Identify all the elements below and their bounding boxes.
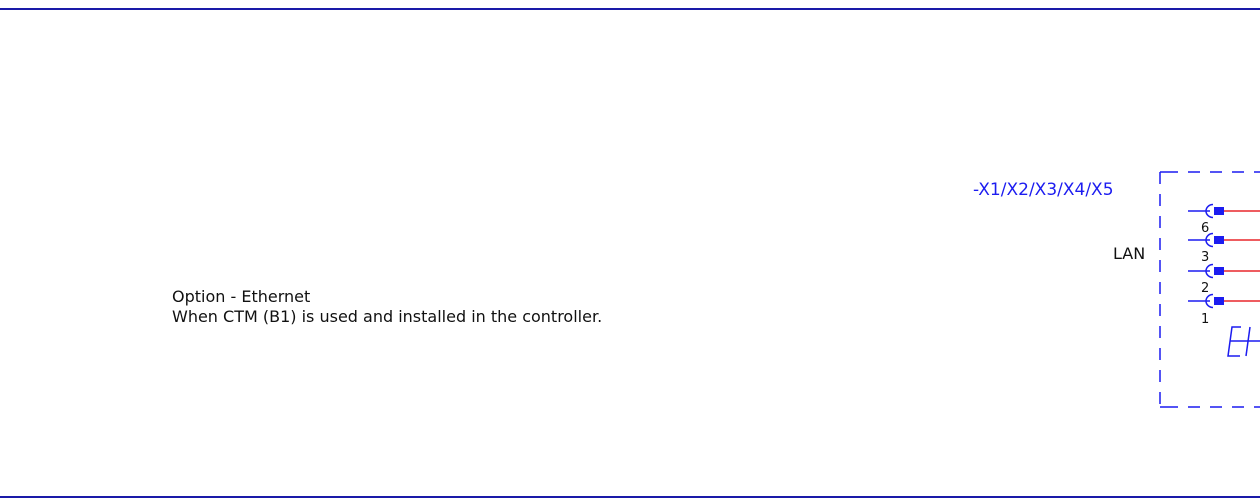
connector-symbol bbox=[1227, 326, 1260, 357]
device-enclosure bbox=[1159, 171, 1260, 408]
pin-number: 3 bbox=[1201, 250, 1209, 265]
pin-number: 2 bbox=[1201, 281, 1209, 296]
pin-number: 1 bbox=[1201, 312, 1209, 327]
connector-pin: 6 bbox=[1188, 203, 1260, 236]
connector-pin: 3 bbox=[1188, 232, 1260, 265]
pin-number: 6 bbox=[1201, 221, 1209, 236]
connector-schematic: 6 3 2 1 bbox=[1159, 171, 1260, 408]
connector-pin: 1 bbox=[1188, 293, 1260, 327]
connector-pin: 2 bbox=[1188, 263, 1260, 296]
